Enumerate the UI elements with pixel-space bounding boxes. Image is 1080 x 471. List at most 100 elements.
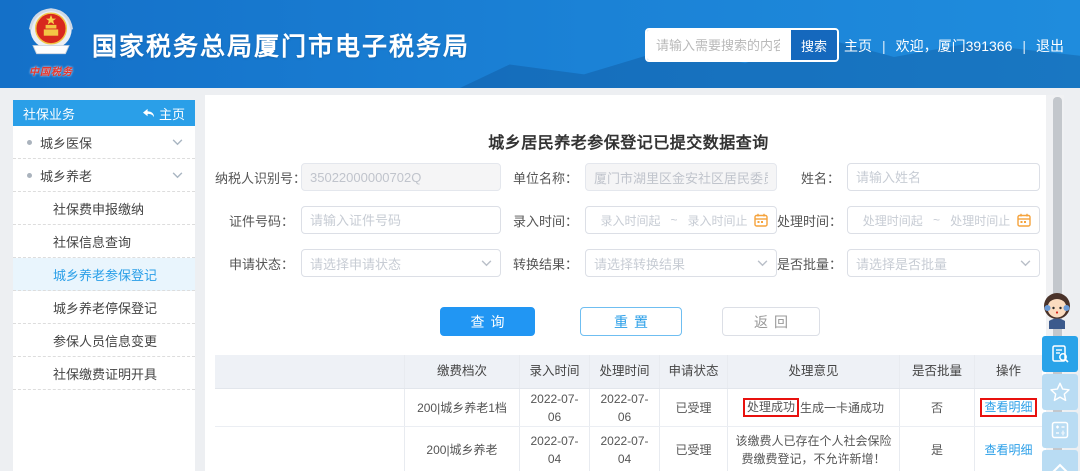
- process-time-label: 处理时间：: [777, 211, 847, 230]
- col-apply-status: 申请状态: [660, 355, 728, 388]
- nav-divider: |: [1022, 38, 1026, 54]
- chevron-down-icon: [757, 260, 768, 267]
- table-row: 200|城乡养老1档 2022-07-06 2022-07-06 已受理 处理成…: [215, 389, 1042, 427]
- cert-no-label: 证件号码：: [215, 211, 301, 230]
- cell-process-date: 2022-07-04: [590, 427, 660, 471]
- search-input[interactable]: [647, 30, 789, 60]
- name-label: 姓名：: [777, 168, 847, 187]
- sidebar-home-link[interactable]: 主页: [142, 104, 185, 123]
- search-button[interactable]: 搜索: [789, 30, 837, 60]
- results-table: 缴费档次 录入时间 处理时间 申请状态 处理意见 是否批量 操作 200|城乡养…: [215, 355, 1042, 471]
- apply-status-select[interactable]: 请选择申请状态: [301, 249, 501, 277]
- floating-toolbar: [1042, 291, 1080, 471]
- cell-opinion: 该缴费人已存在个人社会保险费缴费登记，不允许新增！: [728, 427, 900, 471]
- col-entry-time: 录入时间: [520, 355, 590, 388]
- entry-time-label: 录入时间：: [501, 211, 585, 230]
- annotation-box: 查看明细: [980, 398, 1036, 418]
- query-button[interactable]: 查询: [440, 307, 535, 336]
- logout-link[interactable]: 退出: [1036, 36, 1064, 56]
- app-header: 中国税务 国家税务总局厦门市电子税务局 搜索 主页 | 欢迎，厦门391366 …: [0, 0, 1080, 88]
- bullet-icon: [27, 173, 32, 178]
- col-blank: [215, 355, 405, 388]
- view-detail-link[interactable]: 查看明细: [984, 400, 1032, 414]
- assistant-avatar[interactable]: [1036, 291, 1078, 329]
- sidebar-title: 社保业务: [23, 104, 75, 123]
- sidebar-item-pension-stop[interactable]: 城乡养老停保登记: [13, 291, 195, 324]
- sidebar-item-info-query[interactable]: 社保信息查询: [13, 225, 195, 258]
- cell-process-date: 2022-07-06: [590, 389, 660, 426]
- welcome-text: 欢迎，厦门391366: [896, 36, 1013, 56]
- col-opinion: 处理意见: [728, 355, 900, 388]
- calendar-icon[interactable]: [1017, 213, 1031, 227]
- chevron-up-icon: [1051, 462, 1069, 471]
- star-icon: [1049, 381, 1071, 403]
- cell-status: 已受理: [660, 427, 728, 471]
- col-process-time: 处理时间: [590, 355, 660, 388]
- unit-name-label: 单位名称：: [501, 168, 585, 187]
- col-tier: 缴费档次: [405, 355, 520, 388]
- sidebar-group-medical[interactable]: 城乡医保: [13, 126, 195, 159]
- table-header-row: 缴费档次 录入时间 处理时间 申请状态 处理意见 是否批量 操作: [215, 355, 1042, 389]
- nav-home-link[interactable]: 主页: [844, 36, 872, 56]
- unit-name-field: [585, 163, 777, 191]
- calculator-tool[interactable]: [1042, 412, 1078, 448]
- name-field[interactable]: [847, 163, 1040, 191]
- table-row: 200|城乡养老 2022-07-04 2022-07-04 已受理 该缴费人已…: [215, 427, 1042, 471]
- button-row: 查询 重置 返回: [205, 307, 1052, 336]
- tax-bureau-logo: 中国税务: [20, 6, 82, 78]
- sidebar-item-declare-pay[interactable]: 社保费申报缴纳: [13, 192, 195, 225]
- cell-opinion: 处理成功 生成一卡通成功: [728, 389, 900, 426]
- calendar-icon[interactable]: [754, 213, 768, 227]
- sidebar-item-member-change[interactable]: 参保人员信息变更: [13, 324, 195, 357]
- annotation-box: 处理成功: [743, 398, 799, 418]
- convert-result-select[interactable]: 请选择转换结果: [585, 249, 777, 277]
- top-nav: 主页 | 欢迎，厦门391366 | 退出: [844, 36, 1064, 56]
- logo-caption: 中国税务: [20, 63, 82, 78]
- reset-button[interactable]: 重置: [580, 307, 682, 336]
- is-batch-select[interactable]: 请选择是否批量: [847, 249, 1040, 277]
- record-search-tool[interactable]: [1042, 336, 1078, 372]
- cell-action: 查看明细: [975, 427, 1042, 471]
- back-arrow-icon: [142, 108, 155, 119]
- cert-no-field[interactable]: [301, 206, 501, 234]
- process-time-range[interactable]: 处理时间起 ~ 处理时间止: [847, 206, 1040, 234]
- calculator-icon: [1050, 420, 1070, 440]
- back-button[interactable]: 返回: [722, 307, 820, 336]
- chevron-down-icon: [1020, 260, 1031, 267]
- cell-entry-date: 2022-07-06: [520, 389, 590, 426]
- is-batch-label: 是否批量：: [777, 254, 847, 273]
- entry-time-range[interactable]: 录入时间起 ~ 录入时间止: [585, 206, 777, 234]
- bullet-icon: [27, 140, 32, 145]
- cell-batch: 否: [900, 389, 975, 426]
- apply-status-label: 申请状态：: [215, 254, 301, 273]
- convert-result-label: 转换结果：: [501, 254, 585, 273]
- sidebar-header: 社保业务 主页: [13, 100, 195, 126]
- col-is-batch: 是否批量: [900, 355, 975, 388]
- sidebar-item-payment-cert[interactable]: 社保缴费证明开具: [13, 357, 195, 390]
- favorite-tool[interactable]: [1042, 374, 1078, 410]
- cell-tier: 200|城乡养老: [405, 427, 520, 471]
- national-emblem-icon: [24, 6, 78, 60]
- collapse-tool[interactable]: [1042, 450, 1078, 471]
- chevron-down-icon: [172, 172, 183, 179]
- main-panel: 城乡居民养老参保登记已提交数据查询 纳税人识别号： 单位名称： 姓名： 证件号码…: [205, 95, 1052, 471]
- nav-divider: |: [882, 38, 886, 54]
- cell-entry-date: 2022-07-04: [520, 427, 590, 471]
- sidebar-group-pension[interactable]: 城乡养老: [13, 159, 195, 192]
- tax-id-label: 纳税人识别号：: [215, 168, 301, 187]
- header-search: 搜索: [645, 28, 839, 62]
- sidebar-item-pension-register[interactable]: 城乡养老参保登记: [13, 258, 195, 291]
- view-detail-link[interactable]: 查看明细: [984, 441, 1032, 459]
- col-action: 操作: [975, 355, 1042, 388]
- chevron-down-icon: [172, 139, 183, 146]
- query-form: 纳税人识别号： 单位名称： 姓名： 证件号码： 录入时间： 录入时间起 ~ 录入…: [215, 163, 1042, 277]
- site-title: 国家税务总局厦门市电子税务局: [92, 27, 470, 63]
- cell-status: 已受理: [660, 389, 728, 426]
- chevron-down-icon: [481, 260, 492, 267]
- cell-batch: 是: [900, 427, 975, 471]
- page-title: 城乡居民养老参保登记已提交数据查询: [205, 129, 1052, 153]
- cell-action: 查看明细: [975, 389, 1042, 426]
- sidebar: 社保业务 主页 城乡医保 城乡养老 社保费申报缴纳 社保信息查询 城乡养老参保登…: [13, 100, 195, 471]
- cell-tier: 200|城乡养老1档: [405, 389, 520, 426]
- document-search-icon: [1050, 344, 1070, 364]
